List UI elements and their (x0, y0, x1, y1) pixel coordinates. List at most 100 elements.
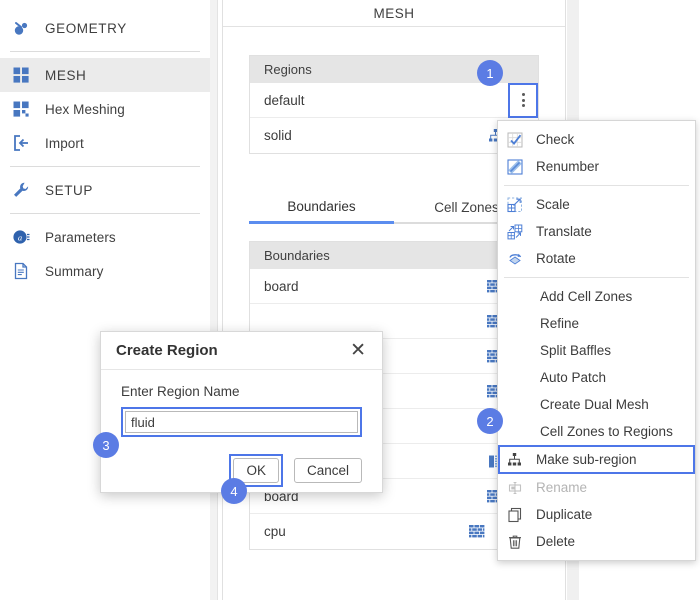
step-badge-1: 1 (477, 60, 503, 86)
parameters-icon: a (12, 227, 38, 247)
sidebar-item-hex-meshing[interactable]: Hex Meshing (0, 92, 210, 126)
panel-divider[interactable] (210, 0, 218, 600)
menu-item-rotate[interactable]: Rotate (498, 245, 695, 272)
regions-kebab-button[interactable] (508, 82, 538, 118)
rename-icon (507, 480, 536, 496)
mesh-grid-icon (12, 65, 38, 85)
close-icon[interactable]: ✕ (346, 339, 370, 362)
sidebar-item-label: Summary (45, 263, 104, 279)
main-top-spacer (223, 27, 565, 55)
menu-item-rename: Rename (498, 474, 695, 501)
region-name-input[interactable] (125, 411, 358, 433)
sidebar-item-label: GEOMETRY (45, 20, 127, 36)
menu-item-add-cell-zones[interactable]: Add Cell Zones (498, 283, 695, 310)
region-name: default (264, 92, 305, 108)
hex-mesh-icon (12, 99, 38, 119)
menu-item-auto-patch[interactable]: Auto Patch (498, 364, 695, 391)
sidebar-item-mesh[interactable]: MESH (0, 58, 210, 92)
boundaries-header-label: Boundaries (264, 248, 330, 263)
dialog-body: Enter Region Name OK Cancel (101, 370, 382, 487)
tab-label: Cell Zones (434, 200, 499, 215)
menu-item-label: Refine (540, 316, 580, 331)
trash-icon (507, 534, 536, 550)
menu-item-label: Translate (536, 224, 592, 239)
region-name-field-highlight (121, 407, 362, 437)
wall-icon (464, 525, 490, 538)
menu-item-check[interactable]: Check (498, 126, 695, 153)
duplicate-icon (507, 507, 536, 523)
menu-item-cell-zones-to-regions[interactable]: Cell Zones to Regions (498, 418, 695, 445)
translate-icon (507, 224, 536, 240)
menu-item-duplicate[interactable]: Duplicate (498, 501, 695, 528)
sidebar-item-parameters[interactable]: a Parameters (0, 220, 210, 254)
geometry-icon (12, 18, 38, 38)
table-row[interactable]: board (250, 269, 538, 304)
menu-item-label: Renumber (536, 159, 600, 174)
menu-item-label: Split Baffles (540, 343, 612, 358)
step-badge-3: 3 (93, 432, 119, 458)
sub-region-icon (507, 452, 536, 467)
create-region-dialog: Create Region ✕ Enter Region Name OK Can… (100, 331, 383, 493)
step-badge-4: 4 (221, 478, 247, 504)
sidebar-item-label: MESH (45, 67, 87, 83)
cancel-button[interactable]: Cancel (293, 458, 362, 483)
menu-item-label: Cell Zones to Regions (540, 424, 673, 439)
menu-item-label: Scale (536, 197, 570, 212)
region-name: solid (264, 128, 292, 143)
menu-item-translate[interactable]: Translate (498, 218, 695, 245)
menu-item-label: Duplicate (536, 507, 593, 522)
table-row[interactable]: cpu (250, 514, 538, 549)
menu-item-label: Delete (536, 534, 576, 549)
menu-item-create-dual-mesh[interactable]: Create Dual Mesh (498, 391, 695, 418)
regions-list: default solid (249, 82, 539, 154)
table-row[interactable]: default (250, 82, 538, 118)
tab-label: Boundaries (287, 199, 356, 214)
menu-item-renumber[interactable]: Renumber (498, 153, 695, 180)
check-grid-icon (507, 132, 536, 148)
menu-divider (504, 185, 689, 186)
scale-icon (507, 197, 536, 213)
menu-item-label: Add Cell Zones (540, 289, 633, 304)
menu-item-split-baffles[interactable]: Split Baffles (498, 337, 695, 364)
sidebar-item-label: Parameters (45, 229, 116, 245)
sidebar-divider (10, 166, 200, 167)
tab-boundaries[interactable]: Boundaries (249, 199, 394, 224)
menu-item-label: Auto Patch (540, 370, 607, 385)
menu-item-label: Check (536, 132, 575, 147)
regions-header-label: Regions (264, 62, 312, 77)
menu-item-label: Rotate (536, 251, 576, 266)
sidebar-item-summary[interactable]: Summary (0, 254, 210, 288)
menu-item-delete[interactable]: Delete (498, 528, 695, 555)
sidebar-item-setup[interactable]: SETUP (0, 173, 210, 207)
document-icon (12, 261, 38, 281)
dialog-title: Create Region (116, 342, 218, 359)
table-row[interactable]: solid (250, 118, 538, 153)
sidebar-item-label: Hex Meshing (45, 101, 125, 117)
dialog-header: Create Region ✕ (101, 332, 382, 370)
svg-text:a: a (18, 232, 22, 242)
boundary-name: board (264, 278, 299, 294)
menu-item-make-sub-region[interactable]: Make sub-region (498, 445, 695, 474)
page-title: MESH (223, 0, 565, 27)
menu-item-scale[interactable]: Scale (498, 191, 695, 218)
menu-item-label: Make sub-region (536, 452, 637, 467)
sidebar-item-geometry[interactable]: GEOMETRY (0, 11, 210, 45)
wrench-icon (12, 180, 38, 200)
sidebar-item-import[interactable]: Import (0, 126, 210, 160)
sidebar-top-spacer (0, 0, 210, 11)
rotate-icon (507, 251, 536, 267)
regions-context-menu: Check Renumber Scale Translate Rotate Ad… (497, 120, 696, 561)
sidebar-divider (10, 51, 200, 52)
kebab-icon (521, 93, 525, 107)
region-name-label: Enter Region Name (121, 384, 240, 399)
tab-bar: Boundaries Cell Zones (249, 194, 539, 224)
boundary-name: cpu (264, 524, 286, 539)
menu-item-label: Create Dual Mesh (540, 397, 649, 412)
step-badge-2: 2 (477, 408, 503, 434)
renumber-icon (507, 158, 536, 175)
menu-item-label: Rename (536, 480, 588, 495)
sidebar-item-label: Import (45, 135, 84, 151)
sidebar-item-label: SETUP (45, 182, 94, 198)
sidebar-divider (10, 213, 200, 214)
menu-item-refine[interactable]: Refine (498, 310, 695, 337)
